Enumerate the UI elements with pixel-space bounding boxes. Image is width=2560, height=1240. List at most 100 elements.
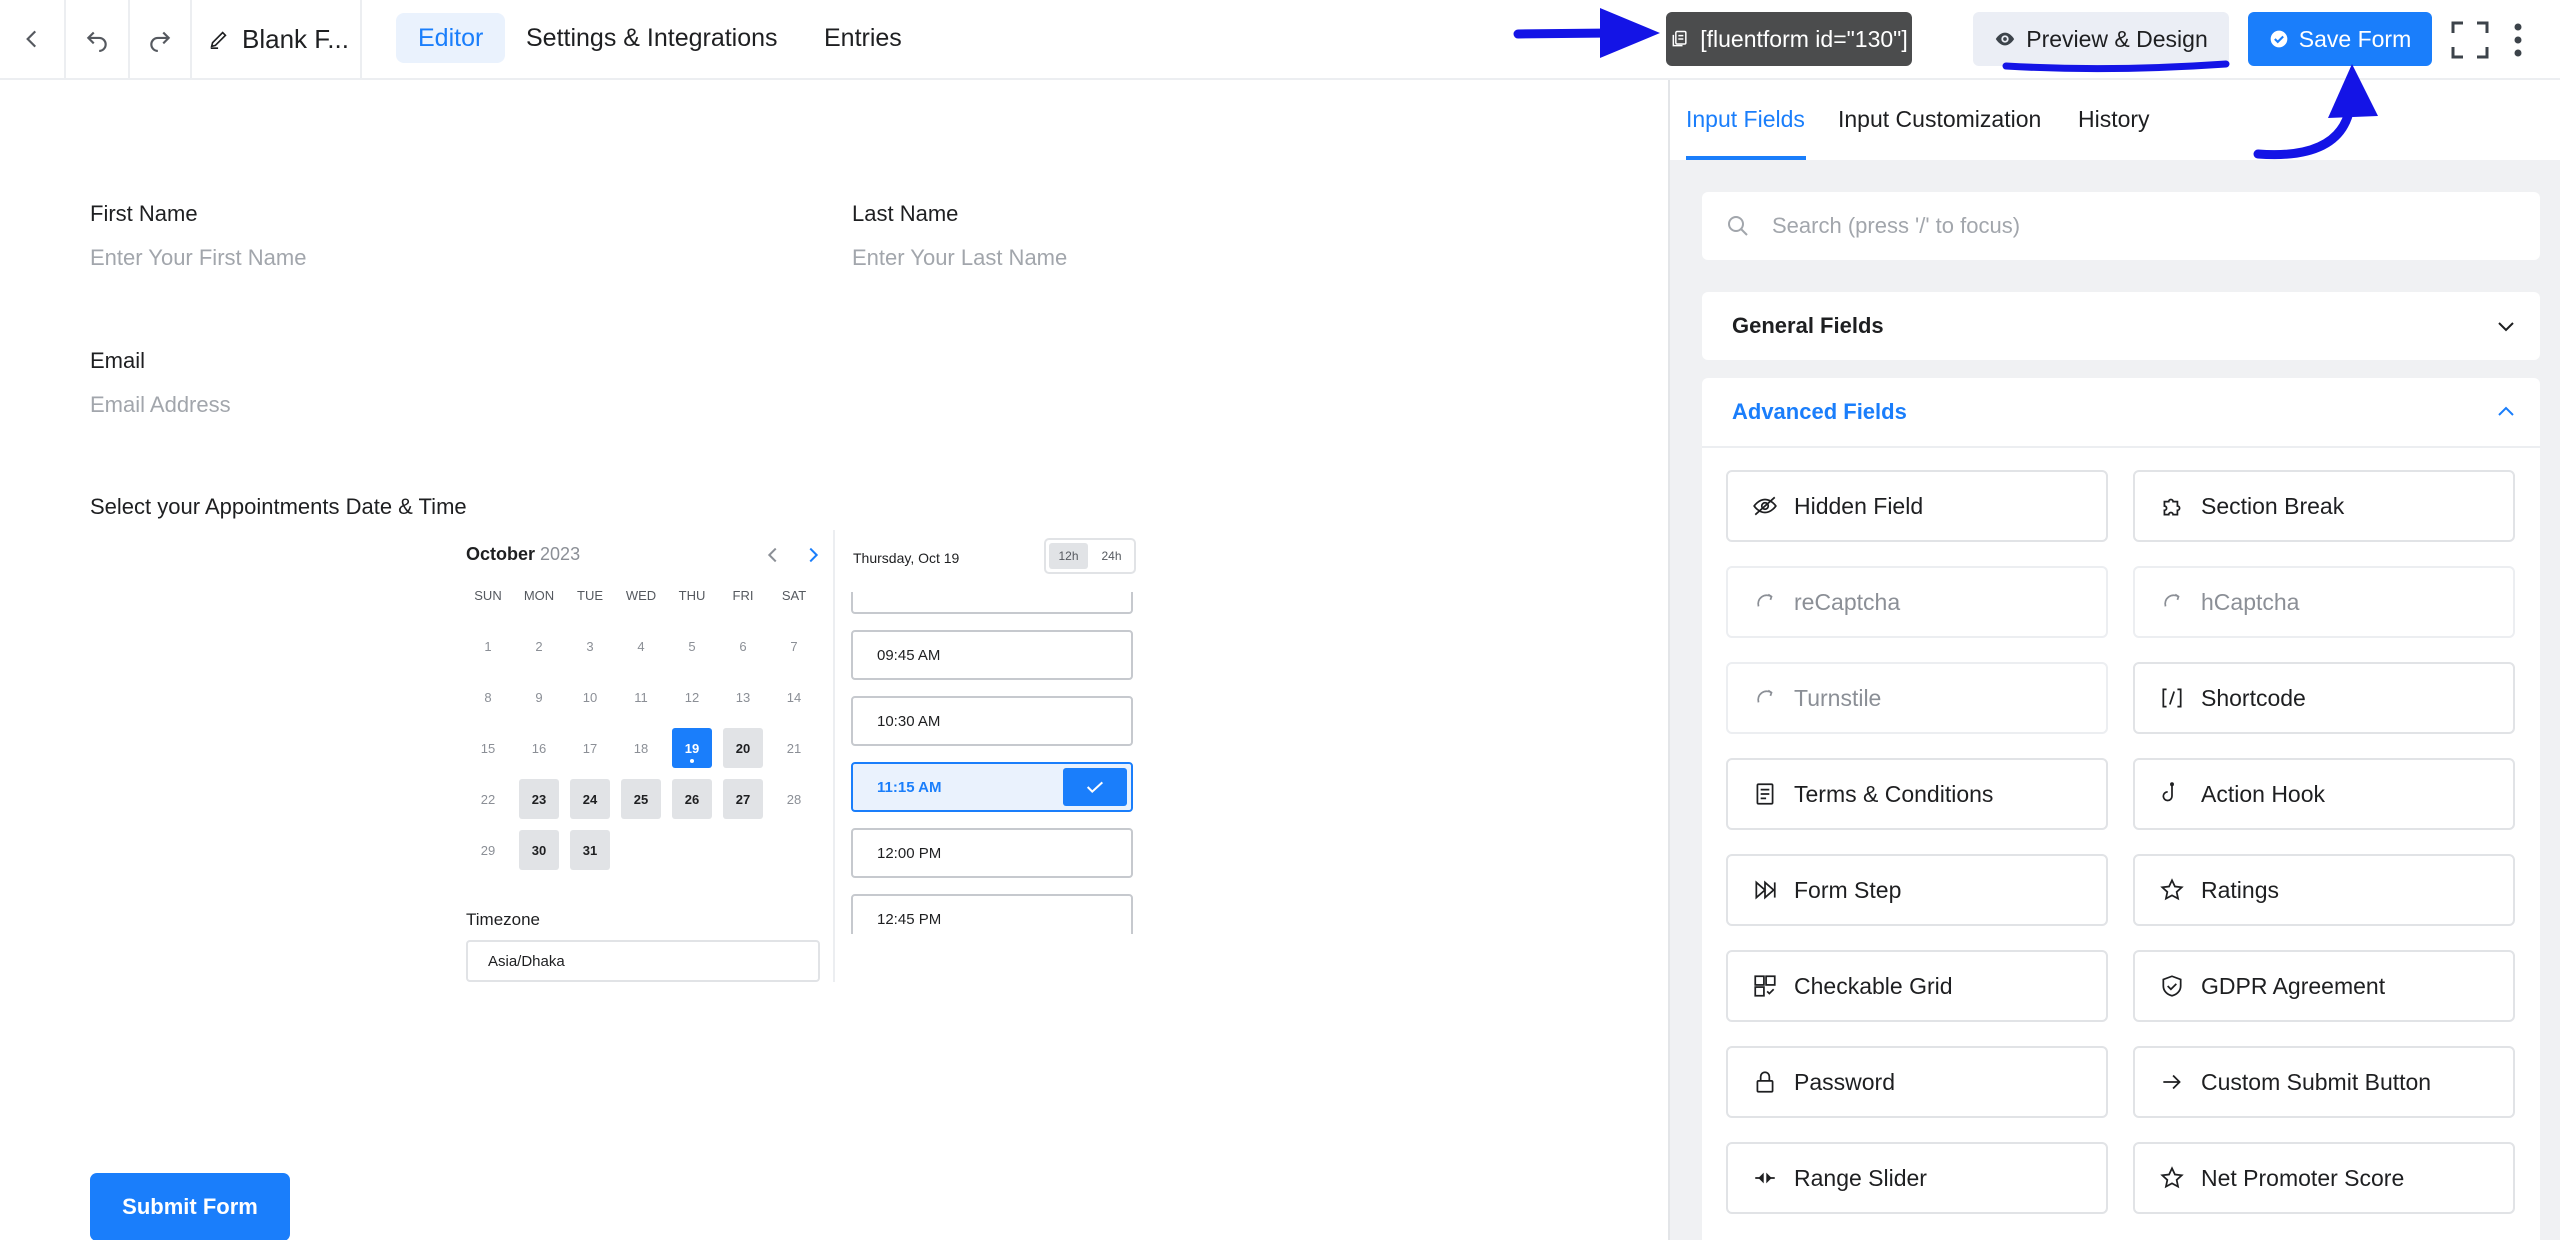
field-button-password[interactable]: Password (1726, 1046, 2108, 1118)
calendar-day[interactable]: 8 (468, 677, 508, 717)
calendar-day[interactable]: 13 (723, 677, 763, 717)
last-name-label: Last Name (852, 201, 959, 226)
time-slot[interactable]: 12:45 PM (851, 894, 1133, 934)
field-button-gdpr-agreement[interactable]: GDPR Agreement (2133, 950, 2515, 1022)
shortcode-copy-button[interactable]: [fluentform id="130"] (1666, 12, 1912, 66)
field-button-recaptcha[interactable]: reCaptcha (1726, 566, 2108, 638)
calendar-day[interactable]: 22 (468, 779, 508, 819)
submit-form-button[interactable]: Submit Form (90, 1173, 290, 1240)
hour-format-24h[interactable]: 24h (1092, 543, 1131, 569)
field-button-label: GDPR Agreement (2201, 972, 2386, 999)
email-input[interactable]: Email Address (90, 392, 231, 418)
field-button-hcaptcha[interactable]: hCaptcha (2133, 566, 2515, 638)
back-button[interactable] (0, 0, 66, 78)
calendar-day[interactable]: 19 (672, 728, 712, 768)
calendar-day[interactable]: 3 (570, 626, 610, 666)
calendar-day[interactable]: 27 (723, 779, 763, 819)
tab-entries[interactable]: Entries (802, 13, 924, 63)
field-search-input[interactable]: Search (press '/' to focus) (1702, 192, 2540, 260)
undo-button[interactable] (66, 0, 130, 78)
fullscreen-icon[interactable] (2450, 20, 2490, 60)
confirm-slot-button[interactable] (1063, 768, 1127, 806)
calendar-day[interactable]: 4 (621, 626, 661, 666)
field-button-net-promoter-score[interactable]: Net Promoter Score (2133, 1142, 2515, 1214)
calendar-day[interactable]: 18 (621, 728, 661, 768)
calendar-day[interactable]: 16 (519, 728, 559, 768)
field-button-shortcode[interactable]: Shortcode (2133, 662, 2515, 734)
calendar-day[interactable]: 25 (621, 779, 661, 819)
calendar-day[interactable]: 11 (621, 677, 661, 717)
save-form-button[interactable]: Save Form (2248, 12, 2432, 66)
chevron-right-icon[interactable] (802, 544, 824, 566)
field-panel: Input Fields Input Customization History… (1668, 80, 2560, 1240)
timezone-select[interactable]: Asia/Dhaka (466, 940, 820, 982)
tab-input-fields[interactable]: Input Fields (1686, 106, 1805, 133)
shortcode-icon (2162, 688, 2182, 708)
tab-settings-integrations[interactable]: Settings & Integrations (504, 13, 800, 63)
calendar-day[interactable]: 28 (774, 779, 814, 819)
redo-icon (150, 31, 171, 52)
time-slot[interactable]: 10:30 AM (851, 696, 1133, 746)
field-button-range-slider[interactable]: Range Slider (1726, 1142, 2108, 1214)
field-button-form-step[interactable]: Form Step (1726, 854, 2108, 926)
appointment-label: Select your Appointments Date & Time (90, 494, 467, 519)
calendar-day[interactable]: 31 (570, 830, 610, 870)
weekday-label: SUN (474, 588, 502, 603)
time-slot[interactable]: 11:15 AM (851, 762, 1133, 812)
tab-input-customization[interactable]: Input Customization (1838, 106, 2041, 133)
field-button-hidden-field[interactable]: Hidden Field (1726, 470, 2108, 542)
field-button-label: reCaptcha (1794, 588, 1901, 615)
field-button-label: Shortcode (2201, 684, 2306, 711)
tab-editor[interactable]: Editor (396, 13, 506, 63)
field-button-label: Custom Submit Button (2201, 1068, 2432, 1095)
calendar-month: October (466, 544, 536, 564)
calendar-day[interactable]: 30 (519, 830, 559, 870)
calendar-day[interactable]: 1 (468, 626, 508, 666)
redo-button[interactable] (130, 0, 192, 78)
calendar-day[interactable]: 15 (468, 728, 508, 768)
hour-format-12h[interactable]: 12h (1049, 543, 1088, 569)
field-button-ratings[interactable]: Ratings (2133, 854, 2515, 926)
tab-history[interactable]: History (2078, 106, 2150, 133)
calendar-day[interactable]: 9 (519, 677, 559, 717)
advanced-fields-header[interactable]: Advanced Fields (1702, 378, 2540, 446)
calendar-day[interactable]: 10 (570, 677, 610, 717)
calendar-day[interactable]: 6 (723, 626, 763, 666)
weekday-label: SAT (781, 588, 807, 603)
field-button-checkable-grid[interactable]: Checkable Grid (1726, 950, 2108, 1022)
calendar-day[interactable]: 20 (723, 728, 763, 768)
first-name-label: First Name (90, 201, 198, 226)
field-button-section-break[interactable]: Section Break (2133, 470, 2515, 542)
first-name-input[interactable]: Enter Your First Name (90, 245, 306, 271)
calendar-day[interactable]: 24 (570, 779, 610, 819)
calendar-day[interactable]: 14 (774, 677, 814, 717)
preview-design-button[interactable]: Preview & Design (1973, 12, 2229, 66)
calendar-day[interactable]: 29 (468, 830, 508, 870)
time-slot[interactable] (851, 592, 1133, 614)
field-button-terms-conditions[interactable]: Terms & Conditions (1726, 758, 2108, 830)
calendar-day[interactable]: 26 (672, 779, 712, 819)
field-button-action-hook[interactable]: Action Hook (2133, 758, 2515, 830)
more-vertical-icon[interactable] (2506, 20, 2530, 60)
calendar-day[interactable]: 23 (519, 779, 559, 819)
tab-settings-label: Settings & Integrations (526, 23, 778, 52)
eye-icon (1996, 32, 2015, 46)
field-button-turnstile[interactable]: Turnstile (1726, 662, 2108, 734)
time-slot[interactable]: 09:45 AM (851, 630, 1133, 680)
time-slot[interactable]: 12:00 PM (851, 828, 1133, 878)
calendar-day[interactable]: 17 (570, 728, 610, 768)
save-form-label: Save Form (2298, 25, 2412, 52)
general-fields-header[interactable]: General Fields (1702, 292, 2540, 360)
chevron-left-icon[interactable] (762, 544, 784, 566)
calendar-day[interactable]: 21 (774, 728, 814, 768)
advanced-fields-section: Advanced Fields Hidden Field Section Brea… (1702, 378, 2540, 1240)
calendar-day[interactable]: 12 (672, 677, 712, 717)
form-title-button[interactable]: Blank F... (192, 0, 362, 78)
grid-check-icon (1754, 975, 1776, 997)
last-name-input[interactable]: Enter Your Last Name (852, 245, 1067, 271)
calendar-day[interactable]: 2 (519, 626, 559, 666)
calendar-day[interactable]: 7 (774, 626, 814, 666)
turnstile-icon (1757, 689, 1773, 703)
calendar-day[interactable]: 5 (672, 626, 712, 666)
field-button-custom-submit-button[interactable]: Custom Submit Button (2133, 1046, 2515, 1118)
